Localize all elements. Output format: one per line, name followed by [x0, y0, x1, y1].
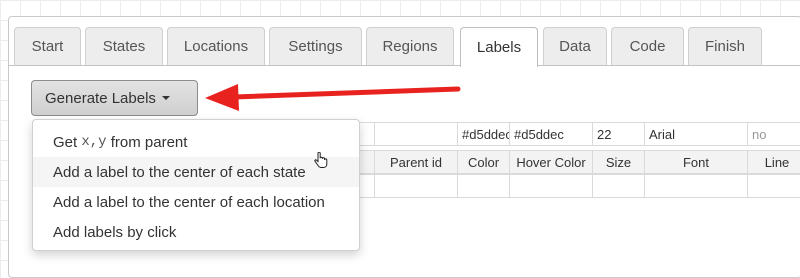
table-cell[interactable] — [509, 174, 593, 198]
main-panel: Start States Locations Settings Regions … — [8, 16, 800, 278]
menu-item-center-of-each-location[interactable]: Add a label to the center of each locati… — [33, 187, 359, 217]
header-line: Line — [747, 150, 800, 174]
menu-item-suffix: from parent — [106, 133, 188, 151]
menu-item-labels-by-click[interactable]: Add labels by click — [33, 217, 359, 247]
tab-finish[interactable]: Finish — [688, 27, 762, 65]
menu-item-center-of-each-state[interactable]: Add a label to the center of each state — [33, 157, 359, 187]
menu-item-prefix: Get — [53, 133, 82, 151]
header-size: Size — [592, 150, 645, 174]
tab-start[interactable]: Start — [14, 27, 81, 65]
hand-pointer-icon — [314, 152, 328, 168]
defaults-font[interactable]: Arial — [644, 122, 748, 146]
caret-down-icon — [161, 96, 170, 100]
tab-data[interactable]: Data — [543, 27, 607, 65]
menu-item-code: x,y — [81, 134, 107, 150]
defaults-size[interactable]: 22 — [592, 122, 645, 146]
table-cell[interactable] — [457, 174, 510, 198]
tab-bar: Start States Locations Settings Regions … — [9, 17, 800, 67]
generate-labels-label: Generate Labels — [45, 89, 156, 107]
header-parent-id: Parent id — [374, 150, 458, 174]
defaults-line[interactable]: no — [747, 122, 800, 146]
page-background: { "tabs": ["Start", "States", "Locations… — [0, 0, 800, 278]
table-cell[interactable] — [374, 174, 458, 198]
tab-labels[interactable]: Labels — [460, 27, 538, 67]
defaults-color[interactable]: #d5ddec — [457, 122, 510, 146]
table-cell[interactable] — [747, 174, 800, 198]
header-color: Color — [457, 150, 510, 174]
table-cell[interactable] — [592, 174, 645, 198]
generate-labels-button[interactable]: Generate Labels — [31, 80, 198, 116]
tab-regions[interactable]: Regions — [366, 27, 454, 65]
generate-labels-dropdown: Get x,y from parent Add a label to the c… — [32, 119, 360, 251]
defaults-hover-color[interactable]: #d5ddec — [509, 122, 593, 146]
table-cell[interactable] — [644, 174, 748, 198]
menu-item-get-xy-from-parent[interactable]: Get x,y from parent — [33, 127, 359, 157]
tab-settings[interactable]: Settings — [269, 27, 362, 65]
tab-code[interactable]: Code — [611, 27, 684, 65]
tab-locations[interactable]: Locations — [167, 27, 265, 65]
tab-states[interactable]: States — [85, 27, 163, 65]
header-font: Font — [644, 150, 748, 174]
header-hover-color: Hover Color — [509, 150, 593, 174]
defaults-cell-parent[interactable] — [374, 122, 458, 146]
